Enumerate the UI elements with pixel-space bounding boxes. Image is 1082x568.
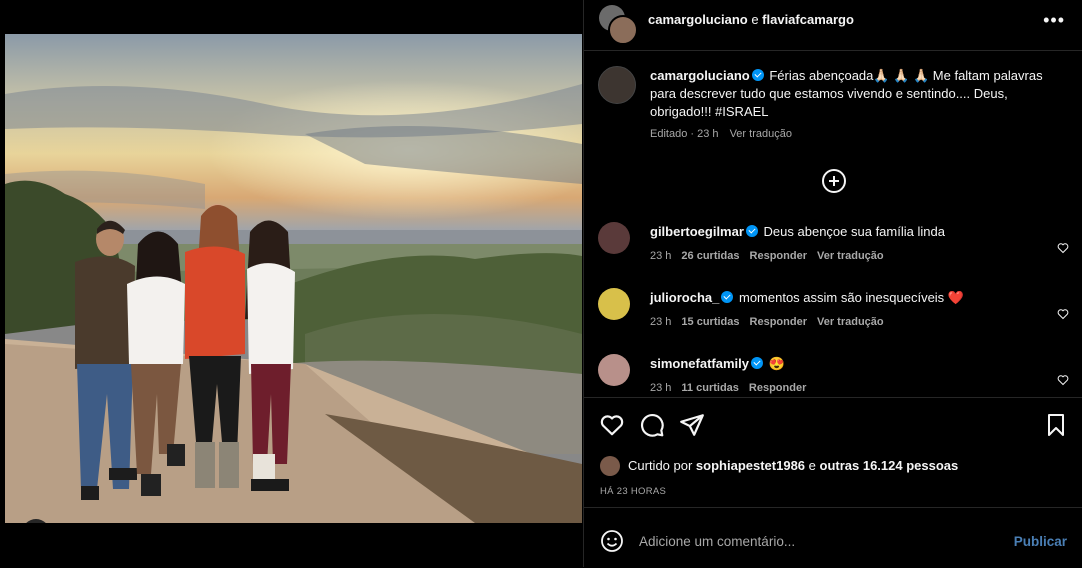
comment-item: simonefatfamily 😍 23 h 11 curtidas Respond… [584, 354, 1082, 396]
post-photo[interactable] [5, 34, 582, 523]
like-comment-heart-icon[interactable] [1057, 242, 1069, 254]
verified-badge-icon [751, 69, 764, 81]
like-comment-heart-icon[interactable] [1057, 374, 1069, 386]
coauthor-avatar[interactable] [608, 15, 638, 45]
comment-time: 23 h [650, 250, 672, 262]
comment-reply-button[interactable]: Responder [749, 382, 806, 394]
comment-item: gilbertoegilmar Deus abençoe sua família… [584, 222, 1082, 282]
comment-username[interactable]: simonefatfamily [650, 356, 749, 371]
like-comment-heart-icon[interactable] [1057, 308, 1069, 320]
post-header: camargoluciano e flaviafcamargo ••• [584, 0, 1082, 51]
comment-likes[interactable]: 26 curtidas [681, 250, 739, 262]
comment-input[interactable]: Adicione um comentário... [639, 534, 795, 549]
publish-button[interactable]: Publicar [1014, 534, 1067, 549]
verified-badge-icon [750, 357, 763, 369]
more-horizontal-icon[interactable]: ••• [1043, 10, 1065, 31]
likes-others[interactable]: outras 16.124 pessoas [820, 458, 959, 473]
caption-meta: Editado · 23 h Ver tradução [650, 128, 792, 140]
comment-text: momentos assim são inesquecíveis ❤️ [738, 290, 964, 305]
comment-time: 23 h [650, 316, 672, 328]
verified-badge-icon [745, 225, 758, 237]
share-send-icon[interactable] [679, 412, 705, 438]
comment-avatar[interactable] [598, 354, 630, 386]
comment-item: juliorocha_ momentos assim são inesquecí… [584, 288, 1082, 348]
load-more-comments-icon[interactable] [822, 169, 846, 193]
comment-bubble-icon[interactable] [639, 412, 665, 438]
verified-badge-icon [721, 291, 734, 303]
post-details-panel: camargoluciano e flaviafcamargo ••• cama… [583, 0, 1082, 567]
comment-translate-link[interactable]: Ver tradução [817, 250, 884, 262]
comment-text: 😍 [768, 356, 785, 371]
post-authors: camargoluciano e flaviafcamargo [648, 12, 854, 27]
caption-username[interactable]: camargoluciano [650, 68, 750, 83]
comment-avatar[interactable] [598, 222, 630, 254]
likes-summary: Curtido por sophiapestet1986 e outras 16… [628, 458, 958, 473]
comment-text-line: gilbertoegilmar Deus abençoe sua família… [650, 224, 1030, 239]
post-caption: camargoluciano Férias abençoada🙏🏻 🙏🏻 🙏🏻 … [650, 67, 1060, 143]
comment-avatar[interactable] [598, 288, 630, 320]
post-actions: Curtido por sophiapestet1986 e outras 16… [584, 397, 1082, 508]
caption-avatar[interactable] [598, 66, 636, 104]
comment-text-line: simonefatfamily 😍 [650, 356, 1030, 372]
comment-likes[interactable]: 11 curtidas [681, 382, 738, 394]
emoji-smiley-icon[interactable] [600, 529, 624, 553]
liker-username[interactable]: sophiapestet1986 [696, 458, 805, 473]
comment-meta: 23 h 15 curtidas Responder Ver tradução [650, 316, 894, 328]
comment-username[interactable]: gilbertoegilmar [650, 224, 744, 239]
comments-list[interactable]: gilbertoegilmar Deus abençoe sua família… [584, 210, 1082, 396]
comment-username[interactable]: juliorocha_ [650, 290, 719, 305]
comment-reply-button[interactable]: Responder [750, 316, 807, 328]
add-comment-bar: Adicione um comentário... Publicar [584, 507, 1082, 568]
comment-meta: 23 h 26 curtidas Responder Ver tradução [650, 250, 894, 262]
media-panel [0, 0, 582, 567]
comment-time: 23 h [650, 382, 672, 394]
post-timestamp[interactable]: HÁ 23 HORAS [600, 486, 666, 497]
comment-reply-button[interactable]: Responder [750, 250, 807, 262]
author-conjunction: e [747, 12, 763, 27]
like-heart-icon[interactable] [599, 412, 625, 438]
author-username[interactable]: camargoluciano [648, 12, 748, 27]
coauthor-username[interactable]: flaviafcamargo [762, 12, 854, 27]
caption-time: 23 h [697, 128, 719, 140]
comment-translate-link[interactable]: Ver tradução [817, 316, 884, 328]
comment-text: Deus abençoe sua família linda [763, 224, 945, 239]
family-photo-image [5, 34, 582, 523]
save-bookmark-icon[interactable] [1044, 412, 1068, 438]
caption-translate-link[interactable]: Ver tradução [730, 128, 792, 140]
comment-text-line: juliorocha_ momentos assim são inesquecí… [650, 290, 1030, 306]
likes-middle: e [805, 458, 820, 473]
likes-prefix: Curtido por [628, 458, 696, 473]
comment-likes[interactable]: 15 curtidas [681, 316, 739, 328]
comment-meta: 23 h 11 curtidas Responder [650, 382, 816, 394]
liker-avatar[interactable] [600, 456, 620, 476]
edited-label: Editado [650, 128, 688, 140]
